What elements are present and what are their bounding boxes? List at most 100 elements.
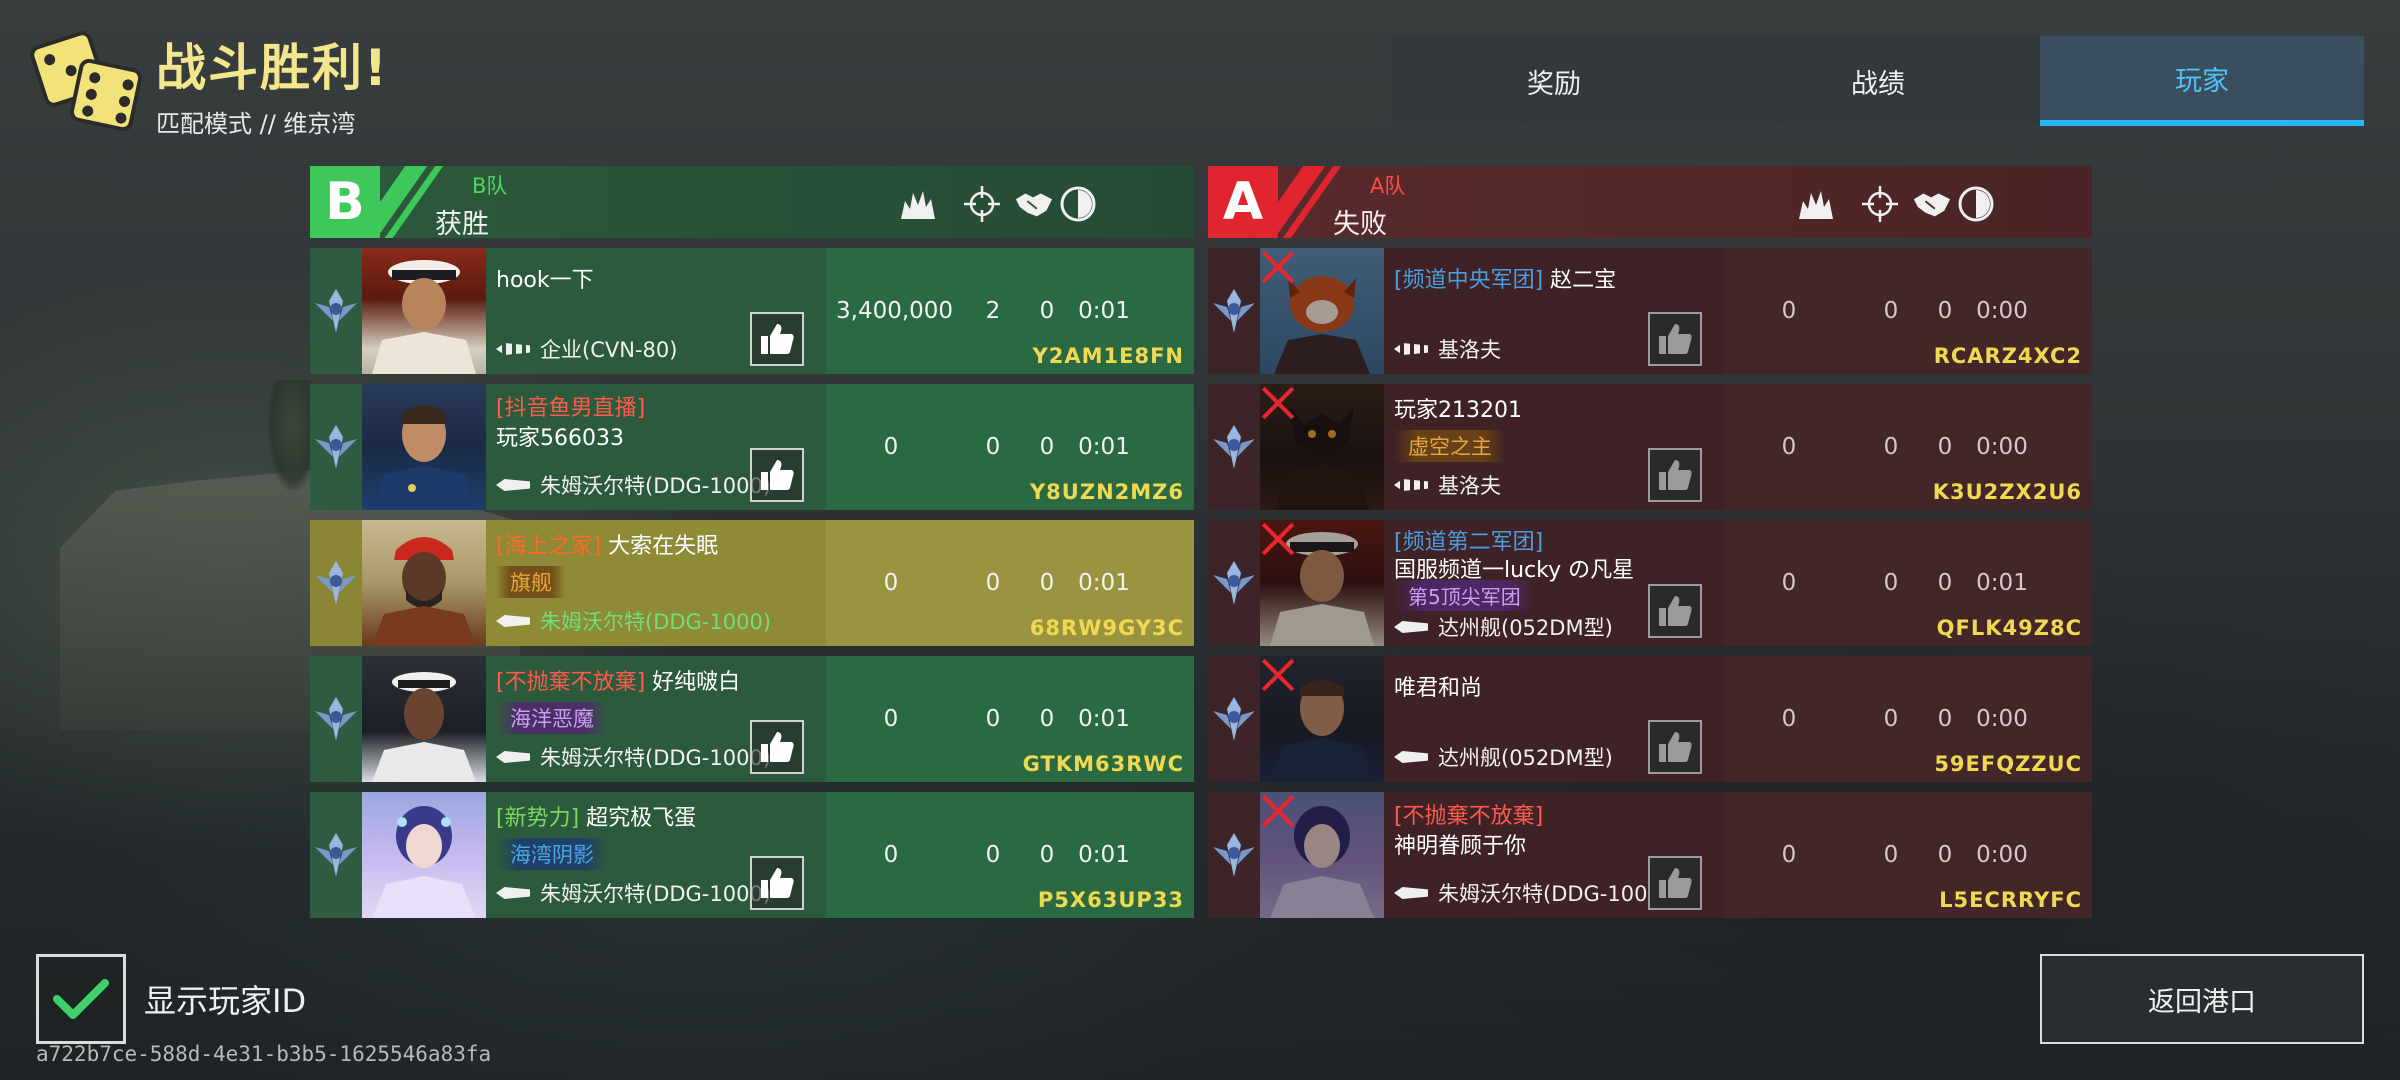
destroyer-icon bbox=[496, 615, 530, 627]
player-info: [不抛棄不放棄] 好纯啵白 海洋恶魔 朱姆沃尔特(DDG-1000) bbox=[486, 656, 826, 782]
like-button[interactable] bbox=[750, 856, 804, 910]
thumbs-up-icon bbox=[761, 868, 794, 898]
player-stats: 0 0 0 0:00 K3U2ZX2U6 bbox=[1724, 384, 2092, 510]
team-a-name: A队 bbox=[1370, 174, 1406, 198]
ship-name: 朱姆沃尔特(DDG-1000) bbox=[496, 742, 771, 772]
kills-value: 0 bbox=[1883, 434, 1899, 460]
kills-value: 0 bbox=[985, 434, 1001, 460]
rank-wings-icon bbox=[310, 656, 362, 782]
team-b-panel: B B队 获胜 hook一下 企业(CVN-80) 3,400,000 2 0 … bbox=[310, 166, 1194, 918]
player-row-self[interactable]: [海上之家] 大索在失眠 旗舰 朱姆沃尔特(DDG-1000) 0 0 0 0:… bbox=[310, 520, 1194, 646]
player-id: QFLK49Z8C bbox=[1936, 616, 2082, 640]
player-avatar bbox=[362, 656, 486, 782]
player-avatar bbox=[362, 248, 486, 374]
player-title-badge: 第5顶尖军团 bbox=[1394, 580, 1535, 611]
player-id: 59EFQZZUC bbox=[1934, 752, 2082, 776]
rank-wings-icon bbox=[310, 792, 362, 918]
player-clan-tag: [抖音鱼男直播] bbox=[496, 396, 646, 421]
time-value: 0:01 bbox=[1078, 706, 1130, 732]
player-name: hook一下 bbox=[496, 268, 594, 293]
time-value: 0:00 bbox=[1976, 842, 2028, 868]
time-value: 0:01 bbox=[1078, 570, 1130, 596]
player-info: 唯君和尚 达州舰(052DM型) bbox=[1384, 656, 1724, 782]
handshake-icon bbox=[1912, 184, 1952, 224]
destroyer-icon bbox=[496, 479, 530, 491]
player-row[interactable]: [频道中央军团] 赵二宝 基洛夫 0 0 0 0:00 RCARZ4XC2 bbox=[1208, 248, 2092, 374]
player-id: RCARZ4XC2 bbox=[1933, 344, 2082, 368]
clock-icon bbox=[1956, 184, 1996, 224]
assists-value: 0 bbox=[1937, 570, 1953, 596]
player-avatar bbox=[362, 384, 486, 510]
like-button[interactable] bbox=[750, 312, 804, 366]
assists-value: 0 bbox=[1937, 706, 1953, 732]
player-info: [抖音鱼男直播] 玩家566033 朱姆沃尔特(DDG-1000) bbox=[486, 384, 826, 510]
like-button[interactable] bbox=[1648, 312, 1702, 366]
show-player-id-toggle[interactable]: 显示玩家ID bbox=[36, 954, 306, 1044]
clock-icon bbox=[1058, 184, 1098, 224]
cruiser-icon bbox=[1394, 479, 1428, 491]
red-x-icon bbox=[1260, 792, 1296, 828]
kills-value: 0 bbox=[1883, 706, 1899, 732]
crosshair-icon bbox=[962, 184, 1002, 224]
battle-result-header: 战斗胜利! 匹配模式 // 维京湾 bbox=[27, 28, 389, 139]
player-name: 玩家213201 bbox=[1394, 398, 1522, 423]
damage-value: 0 bbox=[883, 434, 899, 460]
return-to-port-button[interactable]: 返回港口 bbox=[2040, 954, 2364, 1044]
time-value: 0:01 bbox=[1078, 842, 1130, 868]
rank-wings-icon bbox=[1208, 384, 1260, 510]
team-a-header: A A队 失败 bbox=[1208, 166, 2092, 240]
player-row[interactable]: [不抛棄不放棄] 好纯啵白 海洋恶魔 朱姆沃尔特(DDG-1000) 0 0 0… bbox=[310, 656, 1194, 782]
player-avatar bbox=[1260, 792, 1384, 918]
thumbs-up-icon bbox=[1659, 324, 1692, 354]
player-title-badge: 海洋恶魔 bbox=[496, 702, 608, 734]
assists-value: 0 bbox=[1039, 570, 1055, 596]
show-player-id-checkbox[interactable] bbox=[36, 954, 126, 1044]
time-value: 0:00 bbox=[1976, 434, 2028, 460]
damage-value: 0 bbox=[1781, 298, 1797, 324]
player-stats: 0 0 0 0:00 59EFQZZUC bbox=[1724, 656, 2092, 782]
assists-value: 0 bbox=[1937, 298, 1953, 324]
player-info: [频道第二军团] 国服频道一lucky の凡星 第5顶尖军团 达州舰(052DM… bbox=[1384, 520, 1724, 646]
damage-value: 0 bbox=[1781, 434, 1797, 460]
explosion-icon bbox=[898, 184, 938, 224]
player-row[interactable]: 唯君和尚 达州舰(052DM型) 0 0 0 0:00 59EFQZZUC bbox=[1208, 656, 2092, 782]
like-button[interactable] bbox=[1648, 720, 1702, 774]
player-name: 超究极飞蛋 bbox=[586, 806, 697, 831]
player-row[interactable]: [不抛棄不放棄] 神明眷顾于你 朱姆沃尔特(DDG-1000) 0 0 0 0:… bbox=[1208, 792, 2092, 918]
player-row[interactable]: 玩家213201 虚空之主 基洛夫 0 0 0 0:00 K3U2ZX2U6 bbox=[1208, 384, 2092, 510]
thumbs-up-icon bbox=[1659, 460, 1692, 490]
time-value: 0:01 bbox=[1078, 298, 1130, 324]
team-b-header: B B队 获胜 bbox=[310, 166, 1194, 240]
like-button[interactable] bbox=[750, 448, 804, 502]
ship-name: 基洛夫 bbox=[1394, 334, 1501, 364]
carrier-icon bbox=[496, 343, 530, 355]
player-name: 大索在失眠 bbox=[608, 534, 719, 559]
ship-name: 朱姆沃尔特(DDG-1000) bbox=[496, 470, 771, 500]
like-button[interactable] bbox=[750, 720, 804, 774]
player-name-line: [新势力] 超究极飞蛋 bbox=[496, 800, 696, 832]
player-row[interactable]: [抖音鱼男直播] 玩家566033 朱姆沃尔特(DDG-1000) 0 0 0 … bbox=[310, 384, 1194, 510]
player-name: 好纯啵白 bbox=[652, 670, 741, 695]
page-title: 战斗胜利! bbox=[156, 39, 389, 97]
rank-wings-icon bbox=[1208, 792, 1260, 918]
ship-name: 朱姆沃尔特(DDG-1000) bbox=[1394, 878, 1669, 908]
player-clan-tag: [频道中央军团] bbox=[1394, 268, 1544, 293]
thumbs-up-icon bbox=[1659, 732, 1692, 762]
like-button[interactable] bbox=[1648, 448, 1702, 502]
ship-name: 达州舰(052DM型) bbox=[1394, 742, 1613, 772]
tab-rewards[interactable]: 奖励 bbox=[1392, 36, 1716, 126]
damage-value: 0 bbox=[883, 570, 899, 596]
tab-record[interactable]: 战绩 bbox=[1716, 36, 2040, 126]
checkmark-icon bbox=[53, 979, 109, 1019]
match-uuid: a722b7ce-588d-4e31-b3b5-1625546a83fa bbox=[36, 1042, 492, 1066]
tab-players[interactable]: 玩家 bbox=[2040, 36, 2364, 126]
like-button[interactable] bbox=[1648, 856, 1702, 910]
player-row[interactable]: [频道第二军团] 国服频道一lucky の凡星 第5顶尖军团 达州舰(052DM… bbox=[1208, 520, 2092, 646]
player-info: [频道中央军团] 赵二宝 基洛夫 bbox=[1384, 248, 1724, 374]
player-row[interactable]: [新势力] 超究极飞蛋 海湾阴影 朱姆沃尔特(DDG-1000) 0 0 0 0… bbox=[310, 792, 1194, 918]
like-button[interactable] bbox=[1648, 584, 1702, 638]
kills-value: 0 bbox=[985, 842, 1001, 868]
player-clan-tag: [新势力] bbox=[496, 806, 580, 831]
player-clan-tag: [不抛棄不放棄] bbox=[1394, 804, 1544, 829]
player-row[interactable]: hook一下 企业(CVN-80) 3,400,000 2 0 0:01 Y2A… bbox=[310, 248, 1194, 374]
